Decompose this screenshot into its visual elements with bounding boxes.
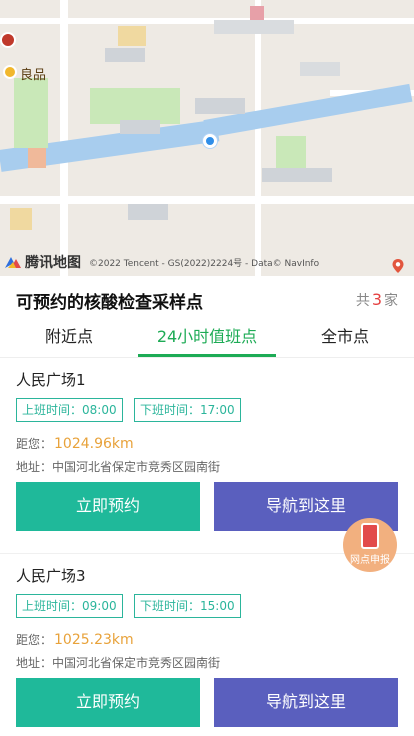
address-value: 中国河北省保定市竞秀区园南街 <box>52 656 221 670</box>
book-button[interactable]: 立即预约 <box>16 482 200 531</box>
end-time-tag: 下班时间：15:00 <box>134 594 241 618</box>
kfc-poi-icon[interactable] <box>0 32 16 48</box>
distance-label: 距您： <box>16 633 53 647</box>
end-time-value: 15:00 <box>200 599 235 613</box>
location-pin-icon[interactable] <box>390 258 406 274</box>
end-time-label: 下班时间： <box>140 599 201 613</box>
distance-label: 距您： <box>16 437 53 451</box>
tab-nearby[interactable]: 附近点 <box>0 320 138 357</box>
tencent-map-logo-icon <box>4 254 22 270</box>
food-poi-icon[interactable] <box>3 65 17 79</box>
address-label: 地址： <box>16 656 53 670</box>
start-time-tag: 上班时间：09:00 <box>16 594 123 618</box>
navigate-button[interactable]: 导航到这里 <box>214 678 398 727</box>
address-value: 中国河北省保定市竞秀区园南街 <box>52 460 221 474</box>
phone-icon <box>361 523 379 549</box>
tab-citywide[interactable]: 全市点 <box>276 320 414 357</box>
map-view[interactable]: 良品 腾讯地图 ©2022 Tencent - GS(2022)2224号 - … <box>0 0 414 276</box>
site-address: 地址：中国河北省保定市竞秀区园南街 <box>16 654 220 671</box>
start-time-label: 上班时间： <box>22 403 83 417</box>
site-address: 地址：中国河北省保定市竞秀区园南街 <box>16 458 220 475</box>
site-name: 人民广场3 <box>16 567 86 585</box>
site-name: 人民广场1 <box>16 371 86 389</box>
count-prefix: 共 <box>355 293 370 309</box>
tab-24h[interactable]: 24小时值班点 <box>138 320 276 357</box>
start-time-tag: 上班时间：08:00 <box>16 398 123 422</box>
end-time-tag: 下班时间：17:00 <box>134 398 241 422</box>
map-brand-text: 腾讯地图 <box>25 255 81 271</box>
start-time-label: 上班时间： <box>22 599 83 613</box>
start-time-value: 09:00 <box>82 599 117 613</box>
page: 良品 腾讯地图 ©2022 Tencent - GS(2022)2224号 - … <box>0 0 414 736</box>
site-card: 人民广场3 上班时间：09:00 下班时间：15:00 距您： 1025.23km… <box>0 554 414 736</box>
site-distance: 距您： 1025.23km <box>16 631 134 648</box>
page-title: 可预约的核酸检查采样点 <box>16 293 203 313</box>
end-time-value: 17:00 <box>200 403 235 417</box>
report-site-button[interactable]: 网点申报 <box>343 518 397 572</box>
map-copyright: ©2022 Tencent - GS(2022)2224号 - Data© Na… <box>89 259 320 269</box>
map-poi-label: 良品 <box>20 68 47 83</box>
count-suffix: 家 <box>384 293 398 309</box>
count-value: 3 <box>371 290 382 309</box>
end-time-label: 下班时间： <box>140 403 201 417</box>
list-header: 可预约的核酸检查采样点 共3家 <box>0 276 414 320</box>
book-button[interactable]: 立即预约 <box>16 678 200 727</box>
current-location-marker <box>203 134 217 148</box>
map-brand: 腾讯地图 <box>4 252 81 272</box>
address-label: 地址： <box>16 460 53 474</box>
start-time-value: 08:00 <box>82 403 117 417</box>
report-site-label: 网点申报 <box>350 555 390 566</box>
tab-bar: 附近点 24小时值班点 全市点 <box>0 320 414 358</box>
distance-value: 1024.96km <box>54 436 134 452</box>
distance-value: 1025.23km <box>54 632 134 648</box>
site-distance: 距您： 1024.96km <box>16 435 134 452</box>
site-count: 共3家 <box>356 290 398 310</box>
